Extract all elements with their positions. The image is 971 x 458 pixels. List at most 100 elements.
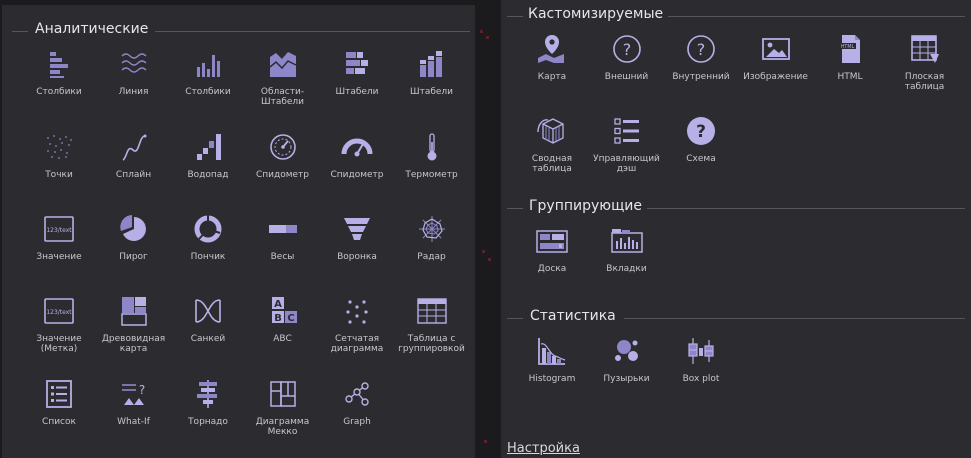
widget-tile[interactable]: ? Внешний <box>592 32 662 82</box>
widget-tile[interactable]: Сетчатая диаграмма <box>322 294 392 354</box>
widget-tile[interactable]: Сводная таблица <box>517 114 587 174</box>
widget-tile[interactable]: Спидометр <box>322 130 392 180</box>
widget-tile[interactable]: HTML HTML <box>815 32 885 82</box>
sankey-icon <box>173 294 243 328</box>
widget-tile[interactable]: Штабели <box>322 47 392 97</box>
widget-tile[interactable]: Таблица с группировкой <box>397 294 467 354</box>
widget-tile[interactable]: Плоская таблица <box>890 32 960 92</box>
pivot-cube-icon <box>517 114 587 148</box>
graph-icon <box>322 377 392 411</box>
widget-tile[interactable]: Список <box>24 377 94 427</box>
widget-label: Водопад <box>187 170 229 180</box>
section-header: Кастомизируемые <box>507 5 965 27</box>
widget-tile[interactable]: Древовидная карта <box>99 294 169 354</box>
board-icon <box>517 224 587 258</box>
divider <box>624 318 965 319</box>
widget-tile[interactable]: Вкладки <box>592 224 662 274</box>
histogram-icon <box>517 334 587 368</box>
widget-tile[interactable]: Радар <box>397 212 467 262</box>
section-title: Кастомизируемые <box>528 6 664 22</box>
svg-text:?: ? <box>696 122 706 142</box>
image-icon <box>741 32 811 66</box>
widget-label: Столбики <box>185 87 231 97</box>
widget-tile[interactable]: 123/text Значение <box>24 212 94 262</box>
bubbles-icon <box>592 334 662 368</box>
widget-tile[interactable]: Столбики <box>24 47 94 97</box>
widget-tile[interactable]: Области- Штабели <box>248 47 318 107</box>
widget-tile[interactable]: Карта <box>517 32 587 82</box>
box-plot-icon <box>666 334 736 368</box>
section-header: Статистика <box>507 307 965 329</box>
widget-tile[interactable]: Пузырьки <box>592 334 662 384</box>
value-card-icon: 123/text <box>24 212 94 246</box>
widget-tile[interactable]: Столбики <box>173 47 243 97</box>
divider <box>507 318 523 319</box>
widget-tile[interactable]: Histogram <box>517 334 587 384</box>
widget-tile[interactable]: 123/text Значение (Метка) <box>24 294 94 354</box>
widget-tile[interactable]: Управляющий дэш <box>592 114 662 174</box>
svg-text:B: B <box>274 313 282 324</box>
settings-link[interactable]: Настройка <box>507 441 580 456</box>
widget-label: Области- Штабели <box>260 87 305 107</box>
widget-label: Graph <box>343 417 371 427</box>
value-label-icon: 123/text <box>24 294 94 328</box>
waterfall-icon <box>173 130 243 164</box>
widget-label: Весы <box>270 252 295 262</box>
widget-tile[interactable]: ? Внутренний <box>666 32 736 82</box>
widget-label: Древовидная карта <box>101 334 166 354</box>
html-file-icon: HTML <box>815 32 885 66</box>
widget-tile[interactable]: A B C ABC <box>248 294 318 344</box>
widget-tile[interactable]: Штабели <box>397 47 467 97</box>
tabs-icon <box>592 224 662 258</box>
widget-label: Столбики <box>36 87 82 97</box>
grouped-table-icon <box>397 294 467 328</box>
custom-panel: Настройка Кастомизируемые Карта? Внешний? В… <box>501 0 971 458</box>
widget-tile[interactable]: Пончик <box>173 212 243 262</box>
stacked-vbar-icon <box>397 47 467 81</box>
widget-tile[interactable]: Graph <box>322 377 392 427</box>
widget-tile[interactable]: Торнадо <box>173 377 243 427</box>
widget-label: Управляющий дэш <box>593 154 660 174</box>
widget-tile[interactable]: ? Схема <box>666 114 736 164</box>
analytic-panel: Аналитические Столбики Линия Столбики Област… <box>2 5 475 458</box>
widget-label: Внешний <box>604 72 649 82</box>
widget-label: Пузырьки <box>603 374 650 384</box>
question-circle-icon: ? <box>666 32 736 66</box>
section-title: Аналитические <box>35 21 149 37</box>
widget-tile[interactable]: Санкей <box>173 294 243 344</box>
gauge-solid-icon <box>322 130 392 164</box>
widget-tile[interactable]: Линия <box>99 47 169 97</box>
radar-icon <box>397 212 467 246</box>
widget-tile[interactable]: Box plot <box>666 334 736 384</box>
widget-tile[interactable]: ? What-If <box>99 377 169 427</box>
divider <box>507 16 523 17</box>
line-chart-icon <box>99 47 169 81</box>
divider <box>12 31 28 32</box>
widget-tile[interactable]: Диаграмма Мекко <box>248 377 318 437</box>
widget-label: Сплайн <box>115 170 152 180</box>
widget-tile[interactable]: Весы <box>248 212 318 262</box>
widget-tile[interactable]: Точки <box>24 130 94 180</box>
section-title: Группирующие <box>529 198 642 214</box>
widget-tile[interactable]: Сплайн <box>99 130 169 180</box>
widget-tile[interactable]: Доска <box>517 224 587 274</box>
widget-label: Вкладки <box>606 264 647 274</box>
donut-icon <box>173 212 243 246</box>
widget-tile[interactable]: Пирог <box>99 212 169 262</box>
widget-label: Таблица с группировкой <box>398 334 465 354</box>
svg-text:HTML: HTML <box>841 44 855 50</box>
pie-icon <box>99 212 169 246</box>
widget-label: Карта <box>537 72 567 82</box>
divider <box>647 208 965 209</box>
widget-tile[interactable]: Изображение <box>741 32 811 82</box>
spline-icon <box>99 130 169 164</box>
widget-label: Спидометр <box>330 170 384 180</box>
widget-label: Штабели <box>335 87 379 97</box>
widget-tile[interactable]: Водопад <box>173 130 243 180</box>
widget-tile[interactable]: Спидометр <box>248 130 318 180</box>
widget-label: What-If <box>117 417 150 427</box>
widget-label: Сетчатая диаграмма <box>330 334 384 354</box>
widget-label: Радар <box>417 252 446 262</box>
widget-tile[interactable]: Воронка <box>322 212 392 262</box>
widget-tile[interactable]: Термометр <box>397 130 467 180</box>
